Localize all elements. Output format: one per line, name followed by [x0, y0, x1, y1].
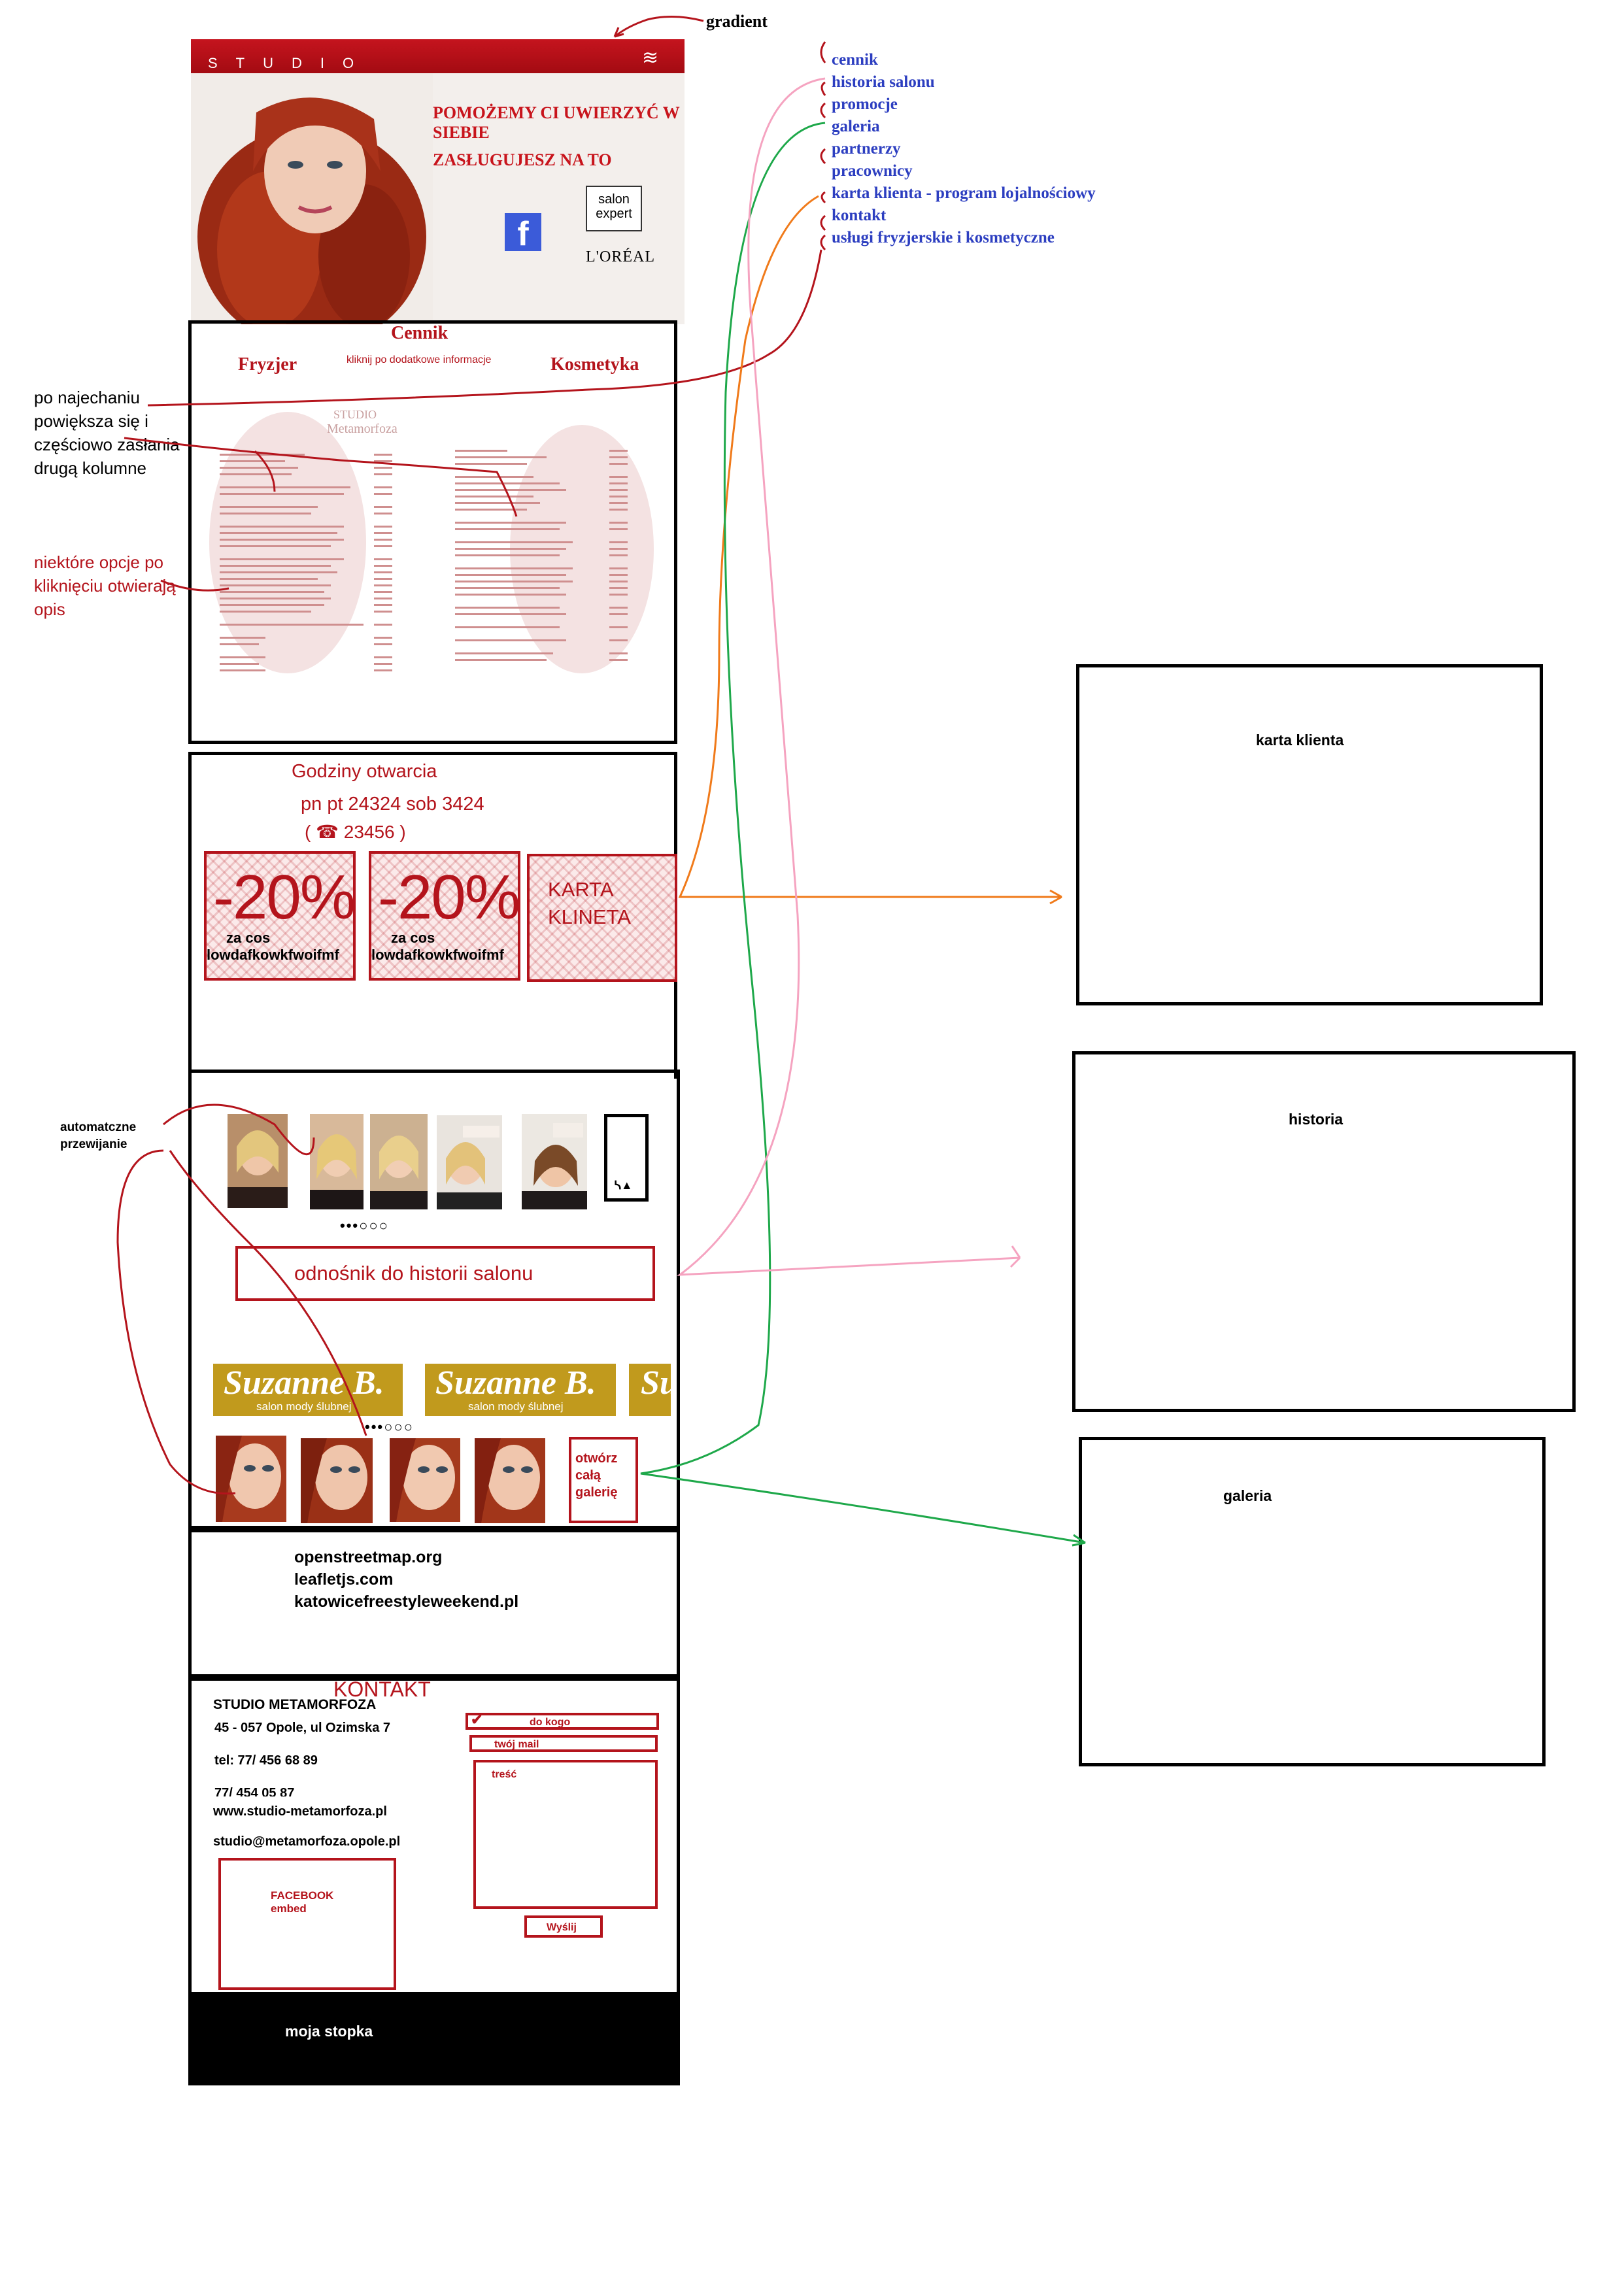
connector-lines	[116, 16, 1086, 1547]
